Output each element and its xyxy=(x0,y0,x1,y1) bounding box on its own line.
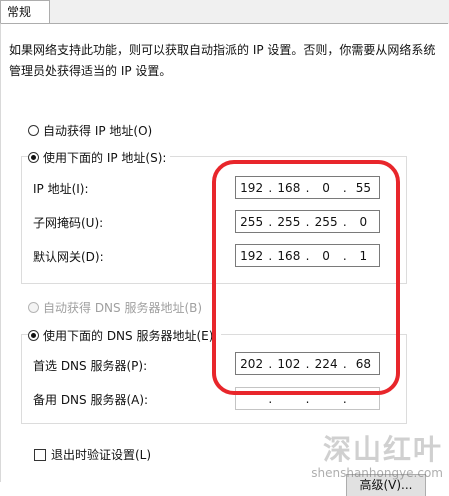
description-text: 如果网络支持此功能，则可以获取自动指派的 IP 设置。否则，你需要从网络系统管理… xyxy=(9,43,436,78)
preferred-dns-label: 首选 DNS 服务器(P): xyxy=(33,359,148,373)
dns-manual-radio[interactable] xyxy=(28,329,39,341)
ip-octet-1[interactable]: 192 xyxy=(236,181,267,195)
subnet-mask-label: 子网掩码(U): xyxy=(33,216,104,230)
alternate-dns-field[interactable]: . . . xyxy=(235,387,380,410)
gateway-field[interactable]: 192. 168. 0. 1 xyxy=(235,244,380,267)
dns-manual-label: 使用下面的 DNS 服务器地址(E): xyxy=(43,328,218,343)
mask-octet-3[interactable]: 255 xyxy=(311,215,342,229)
preferred-dns-field[interactable]: 202. 102. 224. 68 xyxy=(235,352,380,375)
gateway-octet-4[interactable]: 1 xyxy=(348,249,379,263)
dns-auto-option[interactable]: 自动获得 DNS 服务器地址(B) xyxy=(28,298,202,316)
tab-strip: 常规 xyxy=(0,0,449,24)
dns-settings-group xyxy=(21,334,407,424)
dns-auto-label: 自动获得 DNS 服务器地址(B) xyxy=(43,300,203,315)
gateway-octet-2[interactable]: 168 xyxy=(273,249,304,263)
tab-general[interactable]: 常规 xyxy=(0,0,50,24)
pdns-octet-4[interactable]: 68 xyxy=(348,357,379,371)
gateway-octet-3[interactable]: 0 xyxy=(311,249,342,263)
validate-label: 退出时验证设置(L) xyxy=(51,448,152,462)
validate-checkbox[interactable] xyxy=(34,449,46,461)
gateway-octet-1[interactable]: 192 xyxy=(236,249,267,263)
pdns-octet-1[interactable]: 202 xyxy=(236,357,267,371)
subnet-mask-field[interactable]: 255. 255. 255. 0 xyxy=(235,210,380,233)
ip-octet-3[interactable]: 0 xyxy=(311,181,342,195)
ip-octet-4[interactable]: 55 xyxy=(348,181,379,195)
pdns-octet-2[interactable]: 102 xyxy=(273,357,304,371)
ip-octet-2[interactable]: 168 xyxy=(273,181,304,195)
advanced-button[interactable]: 高级(V)... xyxy=(346,474,426,496)
dns-manual-option[interactable]: 使用下面的 DNS 服务器地址(E): xyxy=(28,326,222,344)
dns-auto-radio[interactable] xyxy=(28,301,39,313)
mask-octet-1[interactable]: 255 xyxy=(236,215,267,229)
ip-auto-label: 自动获得 IP 地址(O) xyxy=(43,123,153,138)
ip-auto-radio[interactable] xyxy=(28,124,39,136)
alternate-dns-label: 备用 DNS 服务器(A): xyxy=(33,393,149,407)
ip-auto-option[interactable]: 自动获得 IP 地址(O) xyxy=(28,121,152,139)
ip-manual-option[interactable]: 使用下面的 IP 地址(S): xyxy=(28,148,171,166)
gateway-label: 默认网关(D): xyxy=(33,250,104,264)
mask-octet-2[interactable]: 255 xyxy=(273,215,304,229)
ip-manual-radio[interactable] xyxy=(28,151,39,163)
ip-address-label: IP 地址(I): xyxy=(33,182,89,196)
mask-octet-4[interactable]: 0 xyxy=(348,215,379,229)
ip-manual-label: 使用下面的 IP 地址(S): xyxy=(43,150,167,165)
ip-address-field[interactable]: 192. 168. 0. 55 xyxy=(235,176,380,199)
pdns-octet-3[interactable]: 224 xyxy=(311,357,342,371)
